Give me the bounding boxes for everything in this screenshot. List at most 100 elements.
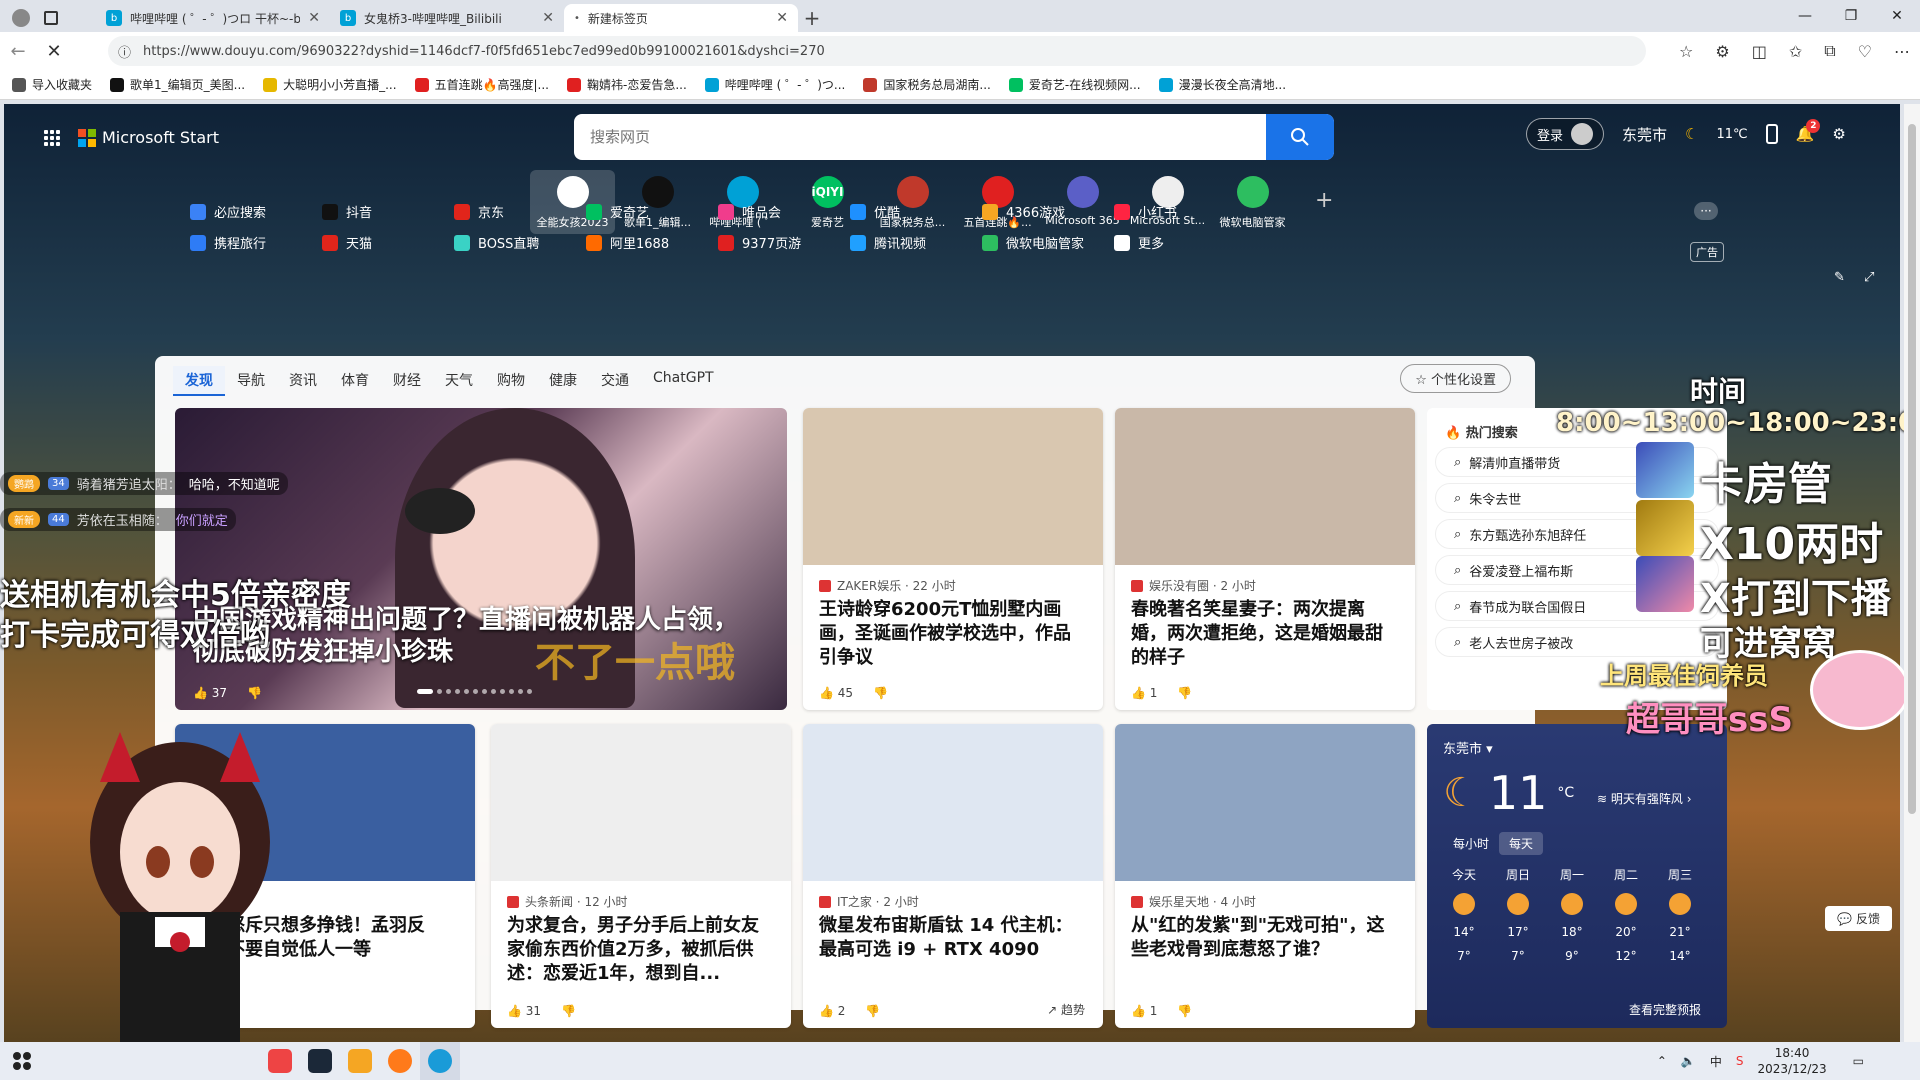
favorites-icon[interactable]: ✩: [1789, 42, 1802, 61]
like-button[interactable]: 👍 45: [819, 686, 853, 700]
dislike-button[interactable]: 👎: [247, 686, 262, 700]
quick-link[interactable]: 微软电脑管家: [982, 233, 1114, 252]
quick-link[interactable]: 9377页游: [718, 233, 850, 252]
quick-link[interactable]: 必应搜索: [190, 202, 322, 221]
feed-tab[interactable]: 购物: [485, 366, 537, 396]
ime-indicator[interactable]: 中: [1710, 1053, 1722, 1070]
favorite-item[interactable]: 歌单1_编辑页_美图...: [110, 76, 245, 93]
douyu-icon[interactable]: [340, 1042, 380, 1080]
weather-city[interactable]: 东莞市: [1443, 742, 1482, 757]
clock[interactable]: 18:40 2023/12/23: [1757, 1045, 1826, 1077]
new-tab-button[interactable]: +: [798, 4, 826, 32]
quick-link[interactable]: 小红书: [1114, 202, 1246, 221]
like-button[interactable]: 👍 1: [1131, 1004, 1157, 1018]
start-button[interactable]: [0, 1042, 44, 1080]
news-card[interactable]: ZAKER娱乐 · 22 小时 王诗龄穿6200元T恤别墅内画画，圣诞画作被学校选…: [803, 408, 1103, 710]
taskbar-app-icon[interactable]: [380, 1042, 420, 1080]
favorite-item[interactable]: 大聪明小小芳直播_...: [263, 76, 397, 93]
carousel-dots[interactable]: [417, 689, 532, 694]
feed-tab[interactable]: 体育: [329, 366, 381, 396]
like-button[interactable]: 👍 1: [1131, 686, 1157, 700]
feed-tab[interactable]: 导航: [225, 366, 277, 396]
tab-ghost-bridge[interactable]: b 女鬼桥3-哔哩哔哩_Bilibili ✕: [330, 4, 564, 32]
browser-essentials-icon[interactable]: ♡: [1858, 42, 1872, 61]
weather-card[interactable]: 东莞市 ▾ ☾ 11 °C ≋ 明天有强阵风 › 每小时 每天 今天 周日 周一 周二 周三…: [1427, 724, 1727, 1028]
profile-icon[interactable]: [12, 9, 30, 27]
feed-tab[interactable]: 发现: [173, 366, 225, 396]
quick-link[interactable]: 抖音: [322, 202, 454, 221]
back-icon[interactable]: ←: [0, 41, 36, 62]
collections-icon[interactable]: ⧉: [1824, 41, 1835, 61]
favorite-star-icon[interactable]: ☆: [1679, 42, 1693, 61]
tab-new[interactable]: • 新建标签页 ✕: [564, 4, 798, 32]
minimize-button[interactable]: —: [1782, 0, 1828, 32]
phone-icon[interactable]: [1765, 124, 1778, 144]
settings-gear-icon[interactable]: ⚙: [1832, 125, 1845, 143]
favorite-item[interactable]: 导入收藏夹: [12, 76, 92, 93]
split-screen-icon[interactable]: ◫: [1752, 42, 1767, 61]
info-icon[interactable]: ⓘ: [118, 42, 131, 61]
favorite-item[interactable]: 漫漫长夜全高清地...: [1158, 76, 1286, 93]
notification-bell-icon[interactable]: 🔔 2: [1796, 119, 1821, 143]
feed-tab[interactable]: 健康: [537, 366, 589, 396]
quick-link[interactable]: 腾讯视频: [850, 233, 982, 252]
favorite-item[interactable]: 爱奇艺-在线视频网...: [1008, 76, 1141, 93]
feed-tab[interactable]: 财经: [381, 366, 433, 396]
steam-icon[interactable]: [300, 1042, 340, 1080]
extensions-icon[interactable]: ⚙: [1715, 42, 1729, 61]
taskbar-app-icon[interactable]: [260, 1042, 300, 1080]
apps-grid-icon[interactable]: [44, 129, 60, 146]
dislike-button[interactable]: 👎: [865, 1004, 880, 1018]
full-forecast-link[interactable]: 查看完整预报: [1629, 1001, 1701, 1018]
like-button[interactable]: 👍 2: [819, 1004, 845, 1018]
favorite-item[interactable]: 五首连跳🔥高强度|...: [414, 76, 549, 93]
stop-icon[interactable]: ✕: [36, 41, 72, 62]
close-icon[interactable]: ✕: [542, 10, 554, 26]
close-window-button[interactable]: ✕: [1874, 0, 1920, 32]
favorite-item[interactable]: 哔哩哔哩 ( ゜- ゜)つ...: [704, 76, 845, 93]
tray-app-icon[interactable]: S: [1736, 1054, 1744, 1068]
tab-bilibili[interactable]: b 哔哩哔哩 ( ゜- ゜)つロ 干杯~-bilib ✕: [96, 4, 330, 32]
news-card[interactable]: IT之家 · 2 小时 微星发布宙斯盾钛 14 代主机：最高可选 i9 + RTX…: [803, 724, 1103, 1028]
feed-tab[interactable]: 资讯: [277, 366, 329, 396]
background-edit-icon[interactable]: ✎: [1834, 270, 1845, 285]
quick-link[interactable]: 携程旅行: [190, 233, 322, 252]
dislike-button[interactable]: 👎: [561, 1004, 576, 1018]
quick-link[interactable]: 京东: [454, 202, 586, 221]
close-icon[interactable]: ✕: [776, 10, 788, 26]
quick-link[interactable]: 爱奇艺: [586, 202, 718, 221]
notification-center-icon[interactable]: ▭: [1853, 1054, 1864, 1068]
quick-link[interactable]: 天猫: [322, 233, 454, 252]
edge-icon[interactable]: [420, 1042, 460, 1080]
quick-link[interactable]: BOSS直聘: [454, 233, 586, 252]
tab-actions-icon[interactable]: [44, 11, 58, 25]
quick-link[interactable]: 4366游戏: [982, 202, 1114, 221]
ms-start-logo[interactable]: Microsoft Start: [78, 128, 219, 147]
quick-links-more-icon[interactable]: ···: [1694, 202, 1718, 220]
page-scrollbar[interactable]: [1904, 104, 1920, 1042]
like-button[interactable]: 👍 31: [507, 1004, 541, 1018]
hero-card[interactable]: 不了一点哦 中国游戏精神出问题了？直播间被机器人占领，彻底破防发狂掉小珍珠 👍 …: [175, 408, 787, 710]
volume-icon[interactable]: 🔈: [1681, 1054, 1696, 1068]
city-label[interactable]: 东莞市: [1622, 124, 1667, 145]
temp-label[interactable]: 11℃: [1716, 127, 1747, 142]
dislike-button[interactable]: 👎: [1177, 686, 1192, 700]
like-button[interactable]: 👍 37: [193, 686, 227, 700]
search-input[interactable]: [574, 114, 1266, 160]
quick-link[interactable]: 阿里1688: [586, 233, 718, 252]
expand-icon[interactable]: ⤢: [1864, 270, 1874, 285]
feed-tab[interactable]: 交通: [589, 366, 641, 396]
tray-expand-icon[interactable]: ⌃: [1657, 1054, 1667, 1068]
feedback-button[interactable]: 💬 反馈: [1825, 906, 1892, 931]
feed-tab[interactable]: 天气: [433, 366, 485, 396]
dislike-button[interactable]: 👎: [1177, 1004, 1192, 1018]
url-field[interactable]: ⓘ https://www.douyu.com/9690322?dyshid=1…: [108, 36, 1646, 66]
close-icon[interactable]: ✕: [308, 10, 320, 26]
quick-link[interactable]: 更多: [1114, 233, 1246, 252]
favorite-item[interactable]: 国家税务总局湖南...: [863, 76, 991, 93]
quick-link[interactable]: 唯品会: [718, 202, 850, 221]
news-card[interactable]: 娱乐没有圈 · 2 小时 春晚著名笑星妻子：两次提离婚，两次遭拒绝，这是婚姻最甜的…: [1115, 408, 1415, 710]
hourly-toggle[interactable]: 每小时: [1443, 832, 1499, 855]
daily-toggle[interactable]: 每天: [1499, 832, 1544, 855]
login-button[interactable]: 登录: [1526, 118, 1605, 150]
